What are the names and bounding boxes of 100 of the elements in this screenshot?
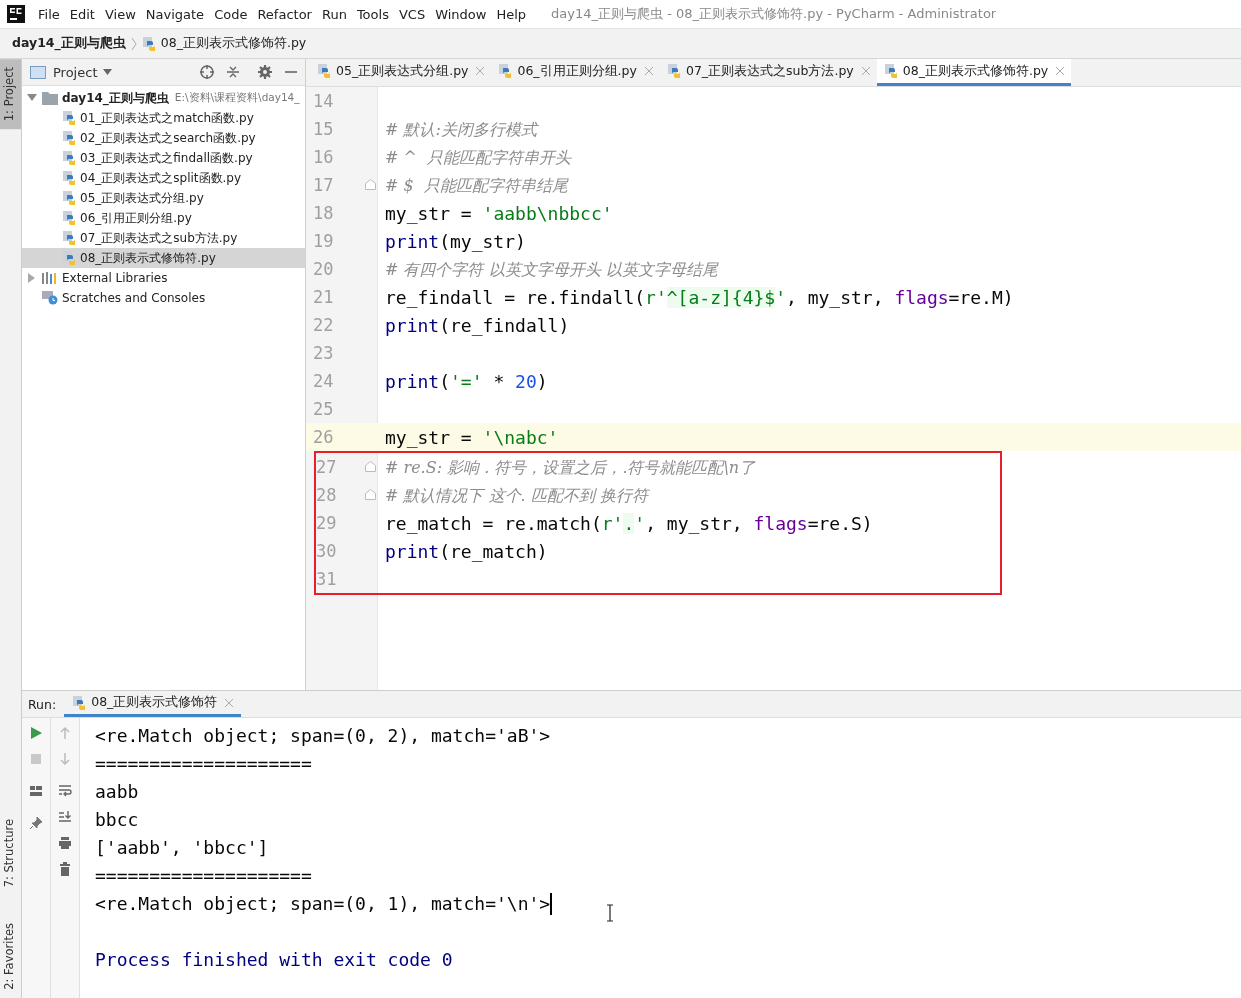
menu-item[interactable]: Run [316, 6, 352, 22]
exit-message: Process finished with exit code 0 [95, 948, 453, 972]
code-editor[interactable] [306, 87, 1241, 690]
folder-path: E:\资料\课程资料\day14_ [174, 91, 300, 105]
menu-item[interactable]: Tools [351, 6, 394, 22]
tree-item[interactable]: 02_正则表达式之search函数.py [22, 128, 305, 148]
menu-item[interactable]: Code [209, 6, 253, 22]
text-cursor-icon [606, 904, 614, 922]
editor-tab[interactable]: 07_正则表达式之sub方法.py [659, 59, 877, 86]
code-line: print(re_match) [384, 540, 548, 562]
window-title: day14_正则与爬虫 - 08_正则表示式修饰符.py - PyCharm - Administrator [551, 5, 997, 23]
project-view-dropdown[interactable]: Project [51, 64, 115, 80]
code-line: my_str = '\nabc' [384, 426, 559, 448]
tree-item[interactable]: 03_正则表达式之findall函数.py [22, 148, 305, 168]
python-file-icon [62, 131, 76, 145]
menu-item[interactable]: Edit [64, 6, 100, 22]
tree-item[interactable]: 08_正则表示式修饰符.py [22, 248, 305, 268]
python-file-icon [62, 251, 76, 265]
output-line: aabb [95, 780, 139, 804]
line-number: 27 [316, 457, 337, 477]
line-number: 16 [312, 147, 334, 167]
scroll-to-end-icon[interactable] [58, 810, 72, 824]
line-number: 22 [312, 315, 334, 335]
menu-item[interactable]: Refactor [252, 6, 317, 22]
locate-icon[interactable] [199, 64, 215, 80]
editor-tab[interactable]: 05_正则表达式分组.py [310, 59, 492, 86]
line-number: 15 [312, 119, 334, 139]
line-number: 25 [312, 399, 334, 419]
fold-marker-icon[interactable] [365, 179, 376, 190]
soft-wrap-icon[interactable] [58, 784, 72, 798]
python-file-icon [141, 36, 156, 51]
close-icon[interactable] [1056, 67, 1065, 75]
line-number: 24 [312, 371, 334, 391]
line-number: 20 [312, 259, 334, 279]
python-icon [72, 695, 87, 710]
code-comment: # re.S: 影响 . 符号，设置之后，.符号就能匹配\n了 [384, 456, 756, 479]
menu-item[interactable]: Navigate [140, 6, 210, 22]
close-icon[interactable] [644, 67, 653, 75]
output-line: <re.Match object; span=(0, 2), match='aB'> [95, 724, 551, 748]
tree-item[interactable]: day14_正则与爬虫 E:\资料\课程资料\day14_ [22, 88, 305, 108]
console-output[interactable]: <re.Match object; span=(0, 2), match='aB'> ==================== aabb bbcc ['aabb', 'bbcc'] ==================== <re.Match object; span=(0, 1), match='\n'> Process finished with exit code 0 [80, 718, 1241, 998]
code-line: print(my_str) [384, 230, 526, 252]
line-number: 17 [312, 175, 334, 195]
breadcrumb-item[interactable]: day14_正则与爬虫 [12, 35, 126, 52]
run-icon[interactable] [29, 726, 43, 740]
line-number: 28 [316, 485, 337, 505]
menu-item[interactable]: VCS [393, 6, 431, 22]
menu-item[interactable]: View [99, 6, 141, 22]
code-line: print('=' * 20) [384, 370, 548, 392]
caret-icon [103, 69, 113, 75]
code-line: re_findall = re.findall(r'^[a-z]{4}$', my_str, flags=re.M) [384, 286, 1014, 308]
collapse-icon[interactable] [225, 64, 241, 80]
output-line: ==================== [95, 752, 312, 776]
python-file-icon [62, 211, 76, 225]
tool-window-tab[interactable]: 7: Structure [0, 810, 21, 896]
breadcrumb-item[interactable]: 08_正则表示式修饰符.py [160, 35, 307, 52]
text-caret [550, 893, 553, 915]
tree-item[interactable]: 05_正则表达式分组.py [22, 188, 305, 208]
tool-window-tab[interactable]: 2: Favorites [0, 915, 21, 998]
scratch-icon [42, 291, 58, 305]
app-logo-icon [7, 5, 25, 23]
settings-icon[interactable] [257, 64, 273, 80]
run-tab[interactable]: 08_正则表示式修饰符 [64, 691, 242, 717]
line-number: 18 [312, 203, 334, 223]
menu-item[interactable]: File [33, 6, 65, 22]
close-icon[interactable] [861, 67, 870, 75]
close-icon[interactable] [225, 698, 234, 707]
library-icon [42, 272, 58, 284]
tool-window-tab[interactable]: 1: Project [0, 59, 21, 130]
up-arrow-icon[interactable] [58, 726, 72, 740]
tree-item[interactable]: 06_引用正则分组.py [22, 208, 305, 228]
stop-icon[interactable] [29, 752, 43, 766]
tree-item[interactable]: 04_正则表达式之split函数.py [22, 168, 305, 188]
tree-item[interactable]: External Libraries [22, 268, 305, 288]
line-number: 31 [316, 569, 337, 589]
menu-item[interactable]: Window [430, 6, 492, 22]
code-comment: # $ 只能匹配字符串结尾 [384, 174, 568, 197]
line-number: 26 [312, 427, 334, 447]
layout-icon[interactable] [29, 784, 43, 798]
close-icon[interactable] [476, 67, 485, 75]
fold-marker-icon[interactable] [365, 461, 376, 472]
output-line: <re.Match object; span=(0, 1), match='\n'> [95, 892, 553, 917]
tree-item[interactable]: 01_正则表达式之match函数.py [22, 108, 305, 128]
trash-icon[interactable] [58, 862, 72, 876]
code-comment: # 默认:关闭多行模式 [384, 118, 537, 141]
fold-marker-icon[interactable] [365, 489, 376, 500]
print-icon[interactable] [58, 836, 72, 850]
editor-tab[interactable]: 08_正则表示式修饰符.py [876, 59, 1072, 86]
down-arrow-icon[interactable] [58, 752, 72, 766]
editor-tab[interactable]: 06_引用正则分组.py [491, 59, 660, 86]
tree-item[interactable]: 07_正则表达式之sub方法.py [22, 228, 305, 248]
menu-item[interactable]: Help [491, 6, 532, 22]
code-comment: # 有四个字符 以英文字母开头 以英文字母结尾 [384, 258, 718, 281]
output-line: bbcc [95, 808, 139, 832]
python-file-icon [317, 64, 331, 78]
pin-icon[interactable] [29, 816, 43, 830]
python-file-icon [62, 151, 76, 165]
python-file-icon [498, 64, 513, 78]
expanded-arrow-icon[interactable] [26, 94, 38, 102]
tree-item[interactable]: Scratches and Consoles [22, 288, 305, 308]
